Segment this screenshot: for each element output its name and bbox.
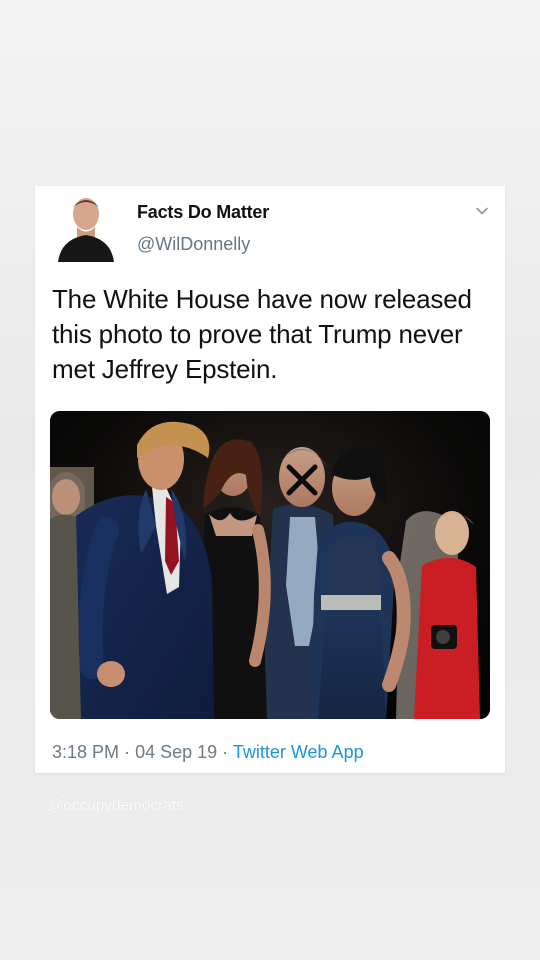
tweet-time: 3:18 PM	[52, 742, 120, 762]
chevron-down-icon[interactable]	[474, 203, 490, 219]
author-name[interactable]: Facts Do Matter	[137, 202, 269, 223]
tweet-source-link[interactable]: Twitter Web App	[233, 742, 364, 762]
tweet-photo[interactable]	[50, 411, 490, 719]
tweet-date: 04 Sep 19	[135, 742, 218, 762]
tweet-text: The White House have now released this p…	[52, 284, 472, 384]
avatar[interactable]	[53, 192, 119, 262]
metadata-separator: ·	[124, 742, 131, 762]
event-photo-image	[50, 411, 490, 719]
watermark: @occupydemocrats	[48, 797, 184, 814]
screenshot-page: Facts Do Matter @WilDonnelly The White H…	[0, 0, 540, 960]
tweet-metadata: 3:18 PM · 04 Sep 19 · Twitter Web App	[52, 742, 364, 763]
person-avatar-icon	[53, 192, 119, 262]
metadata-separator: ·	[222, 742, 229, 762]
tweet-card: Facts Do Matter @WilDonnelly The White H…	[35, 186, 505, 773]
author-handle[interactable]: @WilDonnelly	[137, 234, 250, 255]
